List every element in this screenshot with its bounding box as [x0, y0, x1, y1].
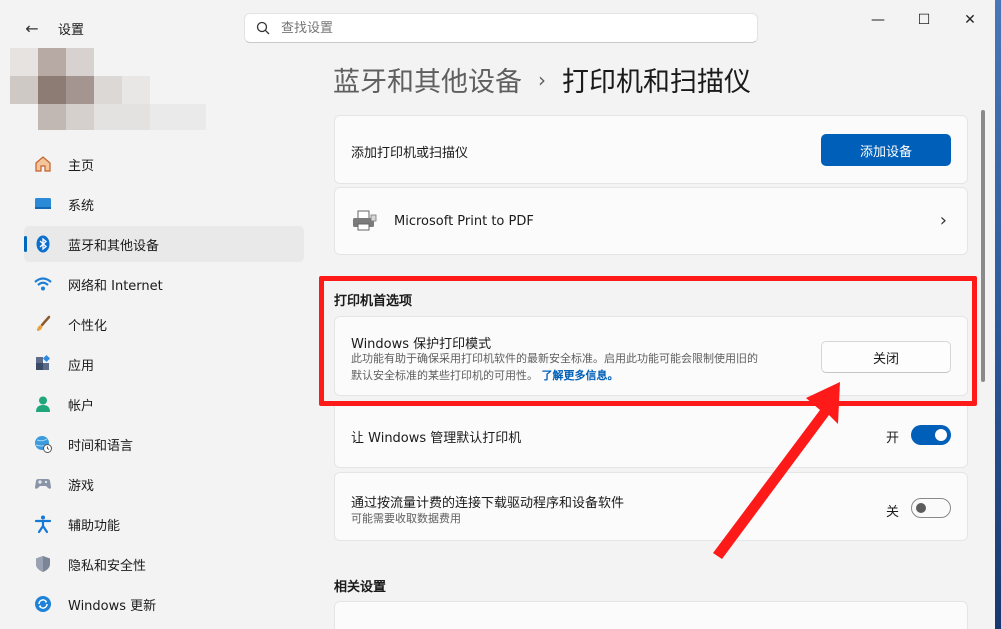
settings-window: ← 设置 — ☐ ✕ 主页 — [0, 0, 995, 629]
annotation-arrow-icon — [713, 382, 840, 559]
desktop-wallpaper-strip — [995, 0, 1001, 629]
